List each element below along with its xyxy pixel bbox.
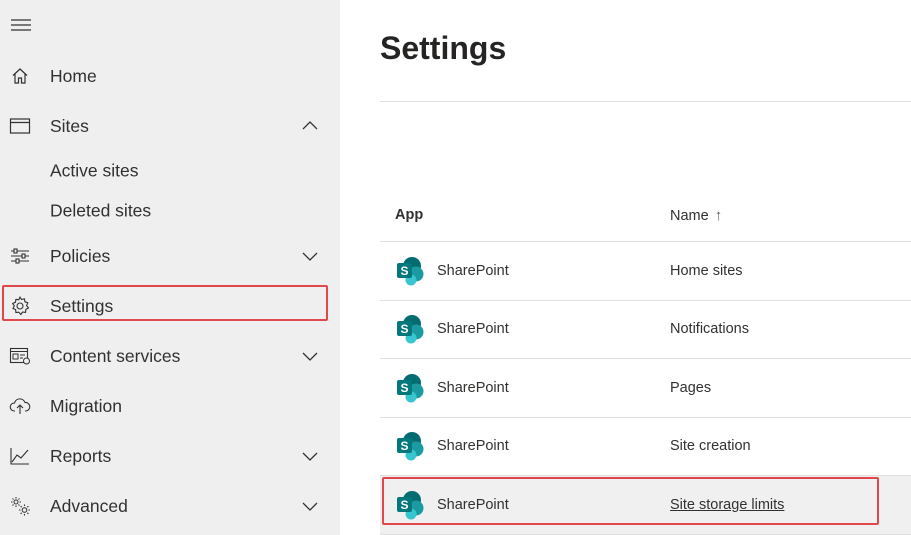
app-cell: SharePoint — [437, 496, 509, 513]
name-cell[interactable]: Pages — [670, 380, 711, 396]
svg-text:S: S — [400, 322, 408, 336]
title-divider — [380, 101, 911, 102]
nav-label-migration: Migration — [50, 395, 122, 416]
sliders-icon — [9, 245, 31, 267]
table-row[interactable]: S SharePoint Pages — [380, 359, 911, 418]
svg-text:S: S — [400, 498, 408, 512]
app-cell: SharePoint — [437, 438, 509, 455]
nav-item-advanced[interactable]: Advanced — [0, 486, 340, 526]
nav-label-active-sites: Active sites — [50, 160, 139, 181]
sort-ascending-icon: ↑ — [714, 207, 723, 224]
nav-subitem-deleted-sites[interactable]: Deleted sites — [0, 195, 340, 227]
column-header-app[interactable]: App — [395, 207, 423, 223]
nav-item-migration[interactable]: Migration — [0, 386, 340, 426]
cloud-upload-icon — [9, 395, 31, 417]
name-cell[interactable]: Site creation — [670, 438, 751, 454]
nav-item-sites[interactable]: Sites — [0, 106, 340, 146]
table-header: App Name ↑ — [380, 190, 911, 242]
table-row[interactable]: S SharePoint Home sites — [380, 242, 911, 301]
column-header-name[interactable]: Name ↑ — [670, 207, 722, 224]
nav-label-settings: Settings — [50, 295, 114, 316]
hamburger-menu-icon[interactable] — [10, 14, 32, 36]
svg-text:S: S — [400, 264, 408, 278]
app-cell: SharePoint — [437, 321, 509, 338]
sharepoint-icon: S — [395, 431, 425, 461]
app-cell: SharePoint — [437, 379, 509, 396]
chevron-down-icon[interactable] — [300, 496, 320, 516]
site-storage-limits-link[interactable]: Site storage limits — [670, 497, 784, 513]
nav-label-policies: Policies — [50, 245, 111, 266]
main-content: Settings App Name ↑ S SharePoint Home sit… — [340, 0, 911, 535]
nav-label-home: Home — [50, 65, 97, 86]
browser-window-icon — [9, 115, 31, 137]
nav-label-deleted-sites: Deleted sites — [50, 200, 152, 221]
table-row-selected[interactable]: S SharePoint Site storage limits — [380, 476, 911, 535]
chevron-up-icon[interactable] — [300, 116, 320, 136]
left-navigation: Home Sites Active sites Deleted sites Po… — [0, 0, 340, 535]
nav-item-settings[interactable]: Settings — [0, 286, 340, 326]
svg-text:S: S — [400, 439, 408, 453]
home-icon — [9, 65, 31, 87]
app-cell: SharePoint — [437, 262, 509, 279]
nav-label-reports: Reports — [50, 445, 112, 466]
nav-label-advanced: Advanced — [50, 495, 128, 516]
content-services-icon — [9, 345, 31, 367]
nav-label-sites: Sites — [50, 115, 89, 136]
svg-text:S: S — [400, 381, 408, 395]
nav-item-content-services[interactable]: Content services — [0, 336, 340, 376]
name-cell[interactable]: Notifications — [670, 321, 749, 337]
nav-label-content-services: Content services — [50, 345, 181, 366]
sharepoint-icon: S — [395, 314, 425, 344]
page-title: Settings — [380, 30, 507, 66]
sharepoint-icon: S — [395, 490, 425, 520]
chevron-down-icon[interactable] — [300, 446, 320, 466]
table-row[interactable]: S SharePoint Notifications — [380, 301, 911, 359]
chart-line-icon — [9, 445, 31, 467]
nav-item-home[interactable]: Home — [0, 56, 340, 96]
gears-icon — [9, 495, 31, 517]
sharepoint-icon: S — [395, 256, 425, 286]
chevron-down-icon[interactable] — [300, 246, 320, 266]
nav-item-policies[interactable]: Policies — [0, 236, 340, 276]
nav-item-reports[interactable]: Reports — [0, 436, 340, 476]
table-row[interactable]: S SharePoint Site creation — [380, 418, 911, 476]
chevron-down-icon[interactable] — [300, 346, 320, 366]
column-header-name-label: Name — [670, 208, 709, 224]
name-cell[interactable]: Home sites — [670, 263, 743, 279]
nav-subitem-active-sites[interactable]: Active sites — [0, 155, 340, 187]
settings-table: App Name ↑ S SharePoint Home sites S Shar… — [380, 190, 911, 535]
app-window: Home Sites Active sites Deleted sites Po… — [0, 0, 911, 535]
sharepoint-icon: S — [395, 373, 425, 403]
gear-icon — [9, 295, 31, 317]
